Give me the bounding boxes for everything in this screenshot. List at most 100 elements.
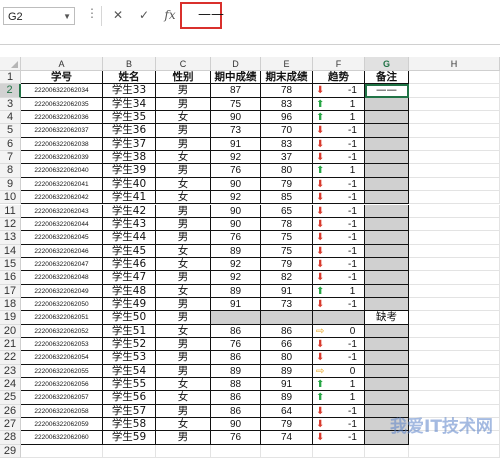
note-cell[interactable] (365, 244, 409, 258)
trend-cell[interactable]: ⬇ -1 (313, 137, 365, 152)
final-cell[interactable]: 79 (261, 418, 313, 432)
row-header-23[interactable]: 23 (0, 364, 21, 379)
gender-cell[interactable]: 男 (156, 338, 211, 352)
id-cell[interactable]: 222006322062040 (21, 164, 103, 178)
row-header-16[interactable]: 16 (0, 271, 21, 285)
id-cell[interactable]: 222006322062054 (21, 351, 103, 365)
row-header-12[interactable]: 12 (0, 217, 21, 232)
id-cell[interactable]: 222006322062036 (21, 111, 103, 125)
final-cell[interactable]: 78 (261, 217, 313, 232)
trend-cell[interactable]: ⬇ -1 (313, 217, 365, 232)
final-cell[interactable]: 83 (261, 97, 313, 112)
midterm-cell[interactable]: 91 (211, 297, 261, 312)
name-cell[interactable]: 学生57 (103, 404, 156, 419)
gender-cell[interactable]: 女 (156, 244, 211, 258)
note-cell[interactable] (365, 217, 409, 232)
note-cell[interactable] (365, 164, 409, 178)
row-header-3[interactable]: 3 (0, 97, 21, 112)
empty-cell[interactable] (409, 231, 500, 245)
midterm-cell[interactable]: 76 (211, 338, 261, 352)
row-header-24[interactable]: 24 (0, 378, 21, 392)
empty-cell[interactable] (409, 84, 500, 98)
empty-cell[interactable] (365, 444, 409, 459)
final-cell[interactable]: 96 (261, 111, 313, 125)
trend-cell[interactable]: ⬇ -1 (313, 231, 365, 245)
midterm-cell[interactable]: 92 (211, 271, 261, 285)
midterm-cell[interactable]: 86 (211, 324, 261, 338)
trend-cell[interactable]: ⬇ -1 (313, 204, 365, 218)
id-cell[interactable]: 222006322062046 (21, 244, 103, 258)
name-cell[interactable]: 学生50 (103, 311, 156, 325)
id-cell[interactable]: 222006322062044 (21, 217, 103, 232)
column-header-A[interactable]: A (21, 57, 103, 71)
name-cell[interactable]: 学生47 (103, 271, 156, 285)
id-cell[interactable]: 222006322062043 (21, 204, 103, 218)
final-cell[interactable]: 66 (261, 338, 313, 352)
midterm-cell[interactable] (211, 311, 261, 325)
empty-cell[interactable] (409, 338, 500, 352)
empty-cell[interactable] (156, 444, 211, 459)
trend-cell[interactable]: ⬆ 1 (313, 164, 365, 178)
gender-cell[interactable]: 男 (156, 404, 211, 419)
row-header-22[interactable]: 22 (0, 351, 21, 365)
final-cell[interactable]: 86 (261, 324, 313, 338)
midterm-cell[interactable]: 91 (211, 137, 261, 152)
note-cell[interactable] (365, 378, 409, 392)
note-cell[interactable]: 缺考 (365, 311, 409, 325)
gender-cell[interactable]: 女 (156, 378, 211, 392)
gender-cell[interactable]: 男 (156, 431, 211, 445)
id-cell[interactable]: 22200632206203​4 (21, 84, 103, 98)
gender-cell[interactable]: 男 (156, 297, 211, 312)
row-header-25[interactable]: 25 (0, 391, 21, 405)
gender-cell[interactable]: 女 (156, 418, 211, 432)
name-cell[interactable]: 学生35 (103, 111, 156, 125)
id-cell[interactable]: 222006322062035 (21, 97, 103, 112)
midterm-cell[interactable]: 92 (211, 191, 261, 205)
empty-cell[interactable] (409, 151, 500, 165)
row-header-8[interactable]: 8 (0, 164, 21, 178)
id-cell[interactable]: 222006322062042 (21, 191, 103, 205)
gender-cell[interactable]: 男 (156, 231, 211, 245)
id-cell[interactable]: 222006322062052 (21, 324, 103, 338)
trend-cell[interactable]: ⬆ 1 (313, 378, 365, 392)
chevron-down-icon[interactable]: ▼ (63, 8, 71, 26)
empty-cell[interactable] (409, 164, 500, 178)
name-cell[interactable]: 学生40 (103, 177, 156, 192)
gender-cell[interactable]: 女 (156, 191, 211, 205)
note-cell[interactable] (365, 257, 409, 272)
name-cell[interactable]: 学生56 (103, 391, 156, 405)
column-header-H[interactable]: H (409, 57, 500, 71)
row-header-6[interactable]: 6 (0, 137, 21, 152)
final-cell[interactable]: 75 (261, 244, 313, 258)
final-cell[interactable]: 79 (261, 177, 313, 192)
empty-cell[interactable] (409, 271, 500, 285)
trend-cell[interactable]: ⬇ -1 (313, 351, 365, 365)
name-cell[interactable]: 学生42 (103, 204, 156, 218)
trend-cell[interactable]: ⬇ -1 (313, 257, 365, 272)
row-header-4[interactable]: 4 (0, 111, 21, 125)
insert-function-icon[interactable]: fx (160, 6, 180, 24)
final-cell[interactable]: 65 (261, 204, 313, 218)
note-cell[interactable] (365, 204, 409, 218)
midterm-cell[interactable]: 86 (211, 404, 261, 419)
row-header-19[interactable]: 19 (0, 311, 21, 325)
empty-cell[interactable] (409, 71, 500, 85)
gender-cell[interactable]: 男 (156, 364, 211, 379)
empty-cell[interactable] (409, 177, 500, 192)
name-cell[interactable]: 学生59 (103, 431, 156, 445)
final-cell[interactable]: 73 (261, 297, 313, 312)
id-cell[interactable]: 222006322062051 (21, 311, 103, 325)
note-cell[interactable] (365, 364, 409, 379)
row-header-27[interactable]: 27 (0, 418, 21, 432)
note-cell[interactable] (365, 271, 409, 285)
trend-cell[interactable]: ⬆ 1 (313, 111, 365, 125)
trend-cell[interactable]: ⬆ 1 (313, 284, 365, 298)
id-cell[interactable]: 222006322062039 (21, 151, 103, 165)
empty-cell[interactable] (409, 217, 500, 232)
note-cell[interactable] (365, 97, 409, 112)
name-cell[interactable]: 学生55 (103, 378, 156, 392)
trend-cell[interactable]: ⬇ -1 (313, 338, 365, 352)
final-cell[interactable]: 75 (261, 231, 313, 245)
trend-cell[interactable]: ⬇ -1 (313, 244, 365, 258)
midterm-cell[interactable]: 90 (211, 217, 261, 232)
